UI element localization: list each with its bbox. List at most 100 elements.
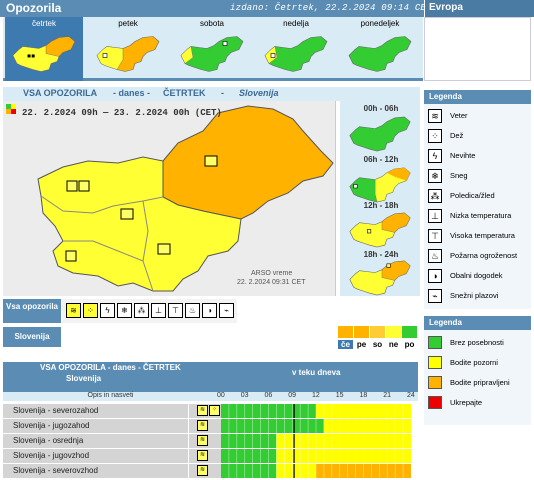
wind-icon[interactable]: ≋ bbox=[66, 303, 81, 318]
slot-label: 06h - 12h bbox=[363, 155, 399, 164]
slot-map-06-12[interactable] bbox=[347, 165, 413, 203]
region-name: Slovenija - jugozahod bbox=[3, 419, 188, 433]
page-title: Opozorila bbox=[6, 1, 62, 15]
europe-map-panel[interactable] bbox=[424, 17, 531, 81]
warnings-title-bar: VSA OPOZORILA - danes - ČETRTEK - Sloven… bbox=[3, 87, 420, 101]
legend-label: Poledica/žled bbox=[450, 191, 495, 200]
hour-tick: 24 bbox=[407, 392, 415, 399]
rain-icon[interactable]: ⁘ bbox=[83, 303, 98, 318]
scale-day-label[interactable]: ne bbox=[386, 340, 401, 349]
validity-period: 22. 2.2024 09h — 23. 2.2024 00h (CET) bbox=[22, 108, 222, 118]
legend-item-rain[interactable]: ⁘ Dež bbox=[428, 128, 528, 148]
region-name: Slovenija - severozahod bbox=[3, 404, 188, 418]
region-name: Slovenija - severovzhod bbox=[3, 464, 188, 478]
tab-sunday[interactable]: nedelja bbox=[257, 17, 335, 81]
wind-icon[interactable]: ≋ bbox=[197, 405, 208, 416]
tab-thursday[interactable]: četrtek ▪▪ bbox=[5, 17, 83, 81]
scale-day-label[interactable]: pe bbox=[354, 340, 369, 349]
slovenia-button[interactable]: Slovenija bbox=[3, 327, 61, 347]
thumbnail-map-thursday: ▪▪ bbox=[12, 36, 76, 72]
scale-swatch bbox=[370, 326, 385, 338]
scale-swatch bbox=[354, 326, 369, 338]
slot-map-12-18[interactable] bbox=[347, 210, 413, 248]
low-temperature-icon[interactable]: ⊥ bbox=[151, 303, 166, 318]
slovenia-map bbox=[37, 105, 334, 292]
level-item-yellow: Bodite pozorni bbox=[428, 356, 528, 371]
legend-item-ice[interactable]: ⁂ Poledica/žled bbox=[428, 188, 528, 208]
legend-item-low-temperature[interactable]: ⊥ Nizka temperatura bbox=[428, 208, 528, 228]
avalanche-icon: ⌁ bbox=[428, 289, 442, 303]
legend-item-snow[interactable]: ❄ Sneg bbox=[428, 168, 528, 188]
table-during-day: v teku dneva bbox=[292, 368, 341, 377]
main-warning-map[interactable] bbox=[3, 101, 336, 296]
rain-icon[interactable]: ⁘ bbox=[209, 405, 220, 416]
avalanche-icon[interactable]: ⌁ bbox=[219, 303, 234, 318]
segment-green bbox=[221, 449, 277, 463]
table-row[interactable]: Slovenija - severovzhod ≋ bbox=[3, 464, 418, 479]
wind-icon[interactable]: ≋ bbox=[197, 450, 208, 461]
legend-item-wind[interactable]: ≋ Veter bbox=[428, 108, 528, 128]
table-row[interactable]: Slovenija - osrednja ≋ bbox=[3, 434, 418, 449]
row-warning-icons: ≋ bbox=[189, 449, 221, 463]
tab-friday[interactable]: petek bbox=[89, 17, 167, 81]
snow-icon[interactable]: ❄ bbox=[117, 303, 132, 318]
hour-tick: 15 bbox=[335, 392, 344, 399]
ice-icon: ⁂ bbox=[428, 189, 442, 203]
tab-label: nedelja bbox=[283, 19, 309, 28]
tab-label: petek bbox=[118, 19, 138, 28]
timeline-bar bbox=[221, 434, 411, 448]
legend-label: Dež bbox=[450, 131, 464, 140]
scale-day-label[interactable]: so bbox=[370, 340, 385, 349]
slot-map-18-24[interactable] bbox=[347, 258, 413, 296]
thumbnail-map-saturday bbox=[180, 36, 244, 72]
thunderstorm-icon[interactable]: ϟ bbox=[100, 303, 115, 318]
level-label: Ukrepajte bbox=[450, 398, 483, 407]
wind-icon: ≋ bbox=[428, 109, 442, 123]
title-part: VSA OPOZORILA bbox=[23, 88, 98, 98]
segment-yellow bbox=[323, 419, 411, 433]
legend-label: Snežni plazovi bbox=[450, 291, 499, 300]
segment-yellow bbox=[276, 464, 316, 478]
fire-danger-icon[interactable]: ♨ bbox=[185, 303, 200, 318]
tab-monday[interactable]: ponedeljek bbox=[341, 17, 419, 81]
wind-icon[interactable]: ≋ bbox=[197, 435, 208, 446]
tab-saturday[interactable]: sobota bbox=[173, 17, 251, 81]
title-part: - bbox=[221, 88, 224, 98]
table-row[interactable]: Slovenija - jugovzhod ≋ bbox=[3, 449, 418, 464]
segment-green bbox=[221, 434, 277, 448]
slot-label: 00h - 06h bbox=[363, 104, 399, 113]
scale-day-label[interactable]: če bbox=[338, 340, 353, 349]
tab-label: sobota bbox=[199, 19, 225, 28]
legend-item-coastal-event[interactable]: ◑ Obalni dogodek bbox=[428, 268, 528, 288]
all-warnings-button[interactable]: Vsa opozorila bbox=[3, 299, 61, 323]
issued-timestamp: izdano: Četrtek, 22.2.2024 09:14 CET bbox=[230, 3, 432, 13]
high-temperature-icon[interactable]: ⊤ bbox=[168, 303, 183, 318]
ice-icon[interactable]: ⁂ bbox=[134, 303, 149, 318]
legend-item-fire-danger[interactable]: ♨ Požarna ogroženost bbox=[428, 248, 528, 268]
legend-item-avalanche[interactable]: ⌁ Snežni plazovi bbox=[428, 288, 528, 308]
timeline-bar bbox=[221, 464, 411, 478]
legend-item-thunderstorm[interactable]: ϟ Nevihte bbox=[428, 148, 528, 168]
row-warning-icons: ≋ bbox=[189, 419, 221, 433]
legend-item-high-temperature[interactable]: ⊤ Visoka temperatura bbox=[428, 228, 528, 248]
scale-day-label[interactable]: po bbox=[402, 340, 417, 349]
fire-danger-icon: ♨ bbox=[428, 249, 442, 263]
segment-yellow bbox=[276, 449, 411, 463]
wind-icon[interactable]: ≋ bbox=[197, 420, 208, 431]
table-row[interactable]: Slovenija - jugozahod ≋ bbox=[3, 419, 418, 434]
levels-list: Brez posebnosti Bodite pozorni Bodite pr… bbox=[424, 330, 531, 425]
europe-tab[interactable]: Evropa bbox=[424, 0, 534, 17]
row-warning-icons: ≋ ⁘ bbox=[189, 404, 221, 418]
coastal-event-icon[interactable]: ◑ bbox=[202, 303, 217, 318]
hour-tick: 21 bbox=[383, 392, 392, 399]
legend-label: Veter bbox=[450, 111, 468, 120]
table-row[interactable]: Slovenija - severozahod ≋ ⁘ bbox=[3, 404, 418, 419]
segment-yellow bbox=[276, 434, 411, 448]
legend-label: Nevihte bbox=[450, 151, 476, 160]
high-temperature-icon: ⊤ bbox=[428, 229, 442, 243]
low-temperature-icon: ⊥ bbox=[428, 209, 442, 223]
legend-title: Legenda bbox=[424, 90, 531, 104]
legend-list: ≋ Veter ⁘ Dež ϟ Nevihte ❄ Sneg ⁂ Poledica/žle… bbox=[424, 104, 531, 309]
slot-map-00-06[interactable] bbox=[347, 114, 413, 152]
wind-icon[interactable]: ≋ bbox=[197, 465, 208, 476]
